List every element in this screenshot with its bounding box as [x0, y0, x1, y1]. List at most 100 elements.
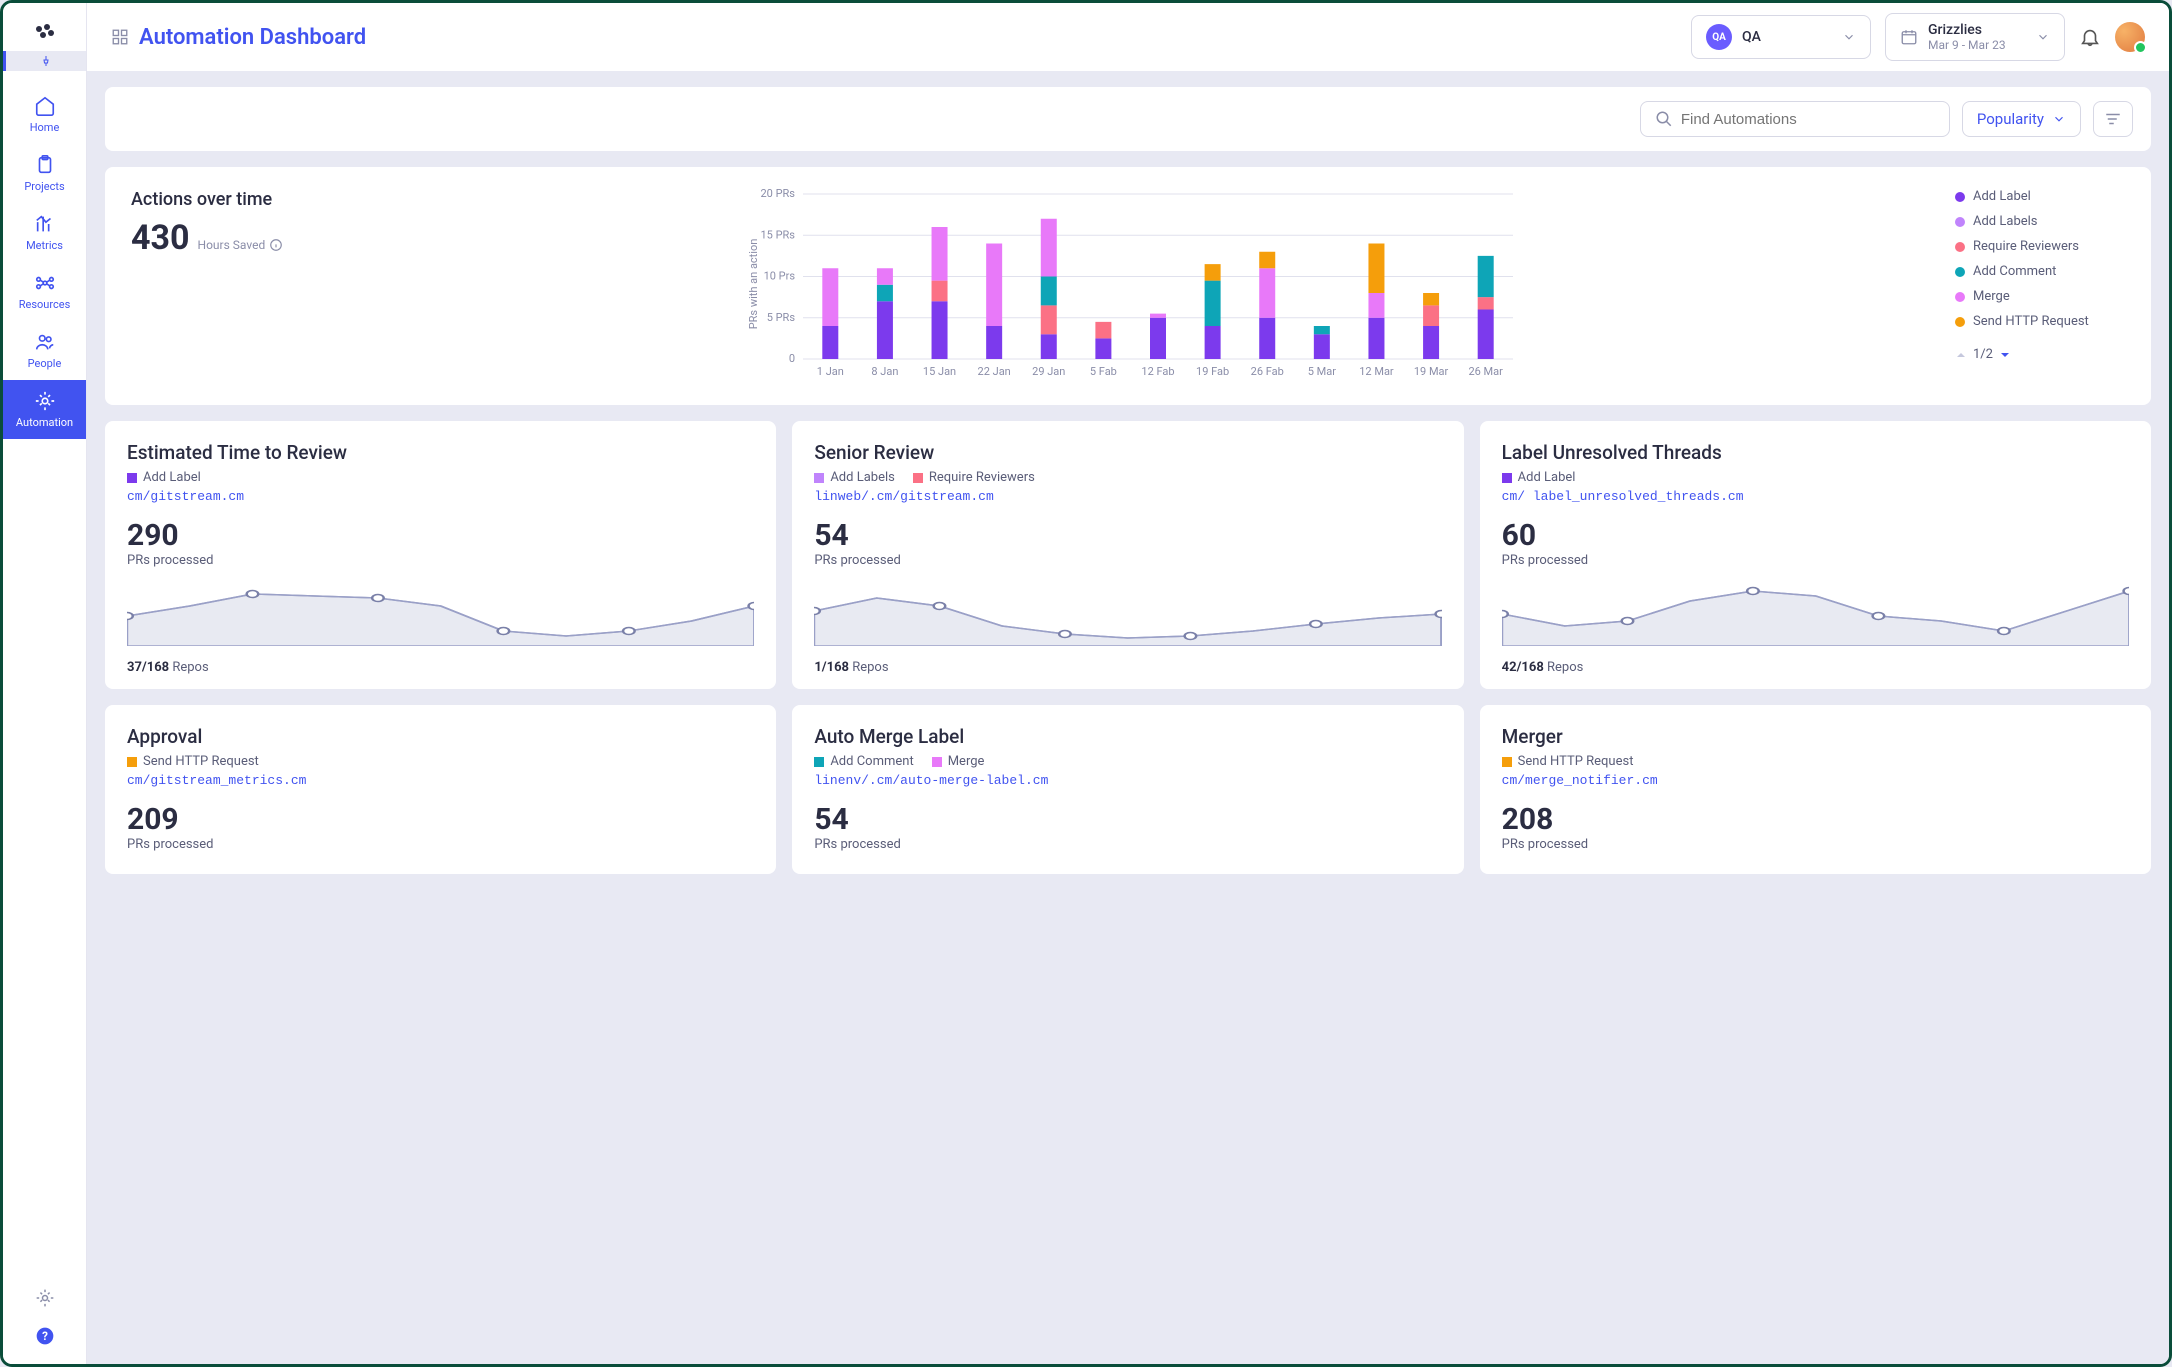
nav-people[interactable]: People [3, 321, 86, 380]
sort-label: Popularity [1977, 110, 2044, 128]
svg-text:5 Mar: 5 Mar [1308, 365, 1336, 378]
card-title: Estimated Time to Review [127, 441, 754, 464]
search-input-wrap[interactable] [1640, 101, 1950, 137]
card-tag: Add Label [127, 470, 201, 485]
bell-icon[interactable] [2079, 26, 2101, 48]
filter-row: Popularity [105, 87, 2151, 151]
card-title: Senior Review [814, 441, 1441, 464]
legend-item: Add Label [1955, 189, 2125, 204]
svg-text:12 Fab: 12 Fab [1141, 365, 1174, 378]
svg-text:15 Jan: 15 Jan [923, 365, 956, 378]
nav-projects[interactable]: Projects [3, 144, 86, 203]
nav-metrics[interactable]: Metrics [3, 203, 86, 262]
card-tags: Send HTTP Request [127, 754, 754, 769]
card-value: 290 [127, 518, 754, 553]
nav-projects-label: Projects [24, 180, 64, 193]
home-icon [34, 95, 56, 117]
card-tags: Add CommentMerge [814, 754, 1441, 769]
svg-text:20 PRs: 20 PRs [761, 189, 796, 200]
gear-icon [34, 390, 56, 412]
search-input[interactable] [1681, 111, 1935, 128]
chevron-down-icon[interactable] [1999, 349, 2011, 361]
info-icon[interactable] [269, 238, 283, 252]
automation-card[interactable]: Label Unresolved Threads Add Label cm/ l… [1480, 421, 2151, 689]
date-range-selector[interactable]: Grizzlies Mar 9 - Mar 23 [1885, 13, 2065, 61]
pin-icon [40, 55, 52, 67]
card-sub: PRs processed [814, 837, 1441, 852]
hours-value: 430 [131, 218, 190, 258]
card-title: Label Unresolved Threads [1502, 441, 2129, 464]
automation-card[interactable]: Estimated Time to Review Add Label cm/gi… [105, 421, 776, 689]
nav-home[interactable]: Home [3, 85, 86, 144]
card-path: cm/merge_notifier.cm [1502, 773, 2129, 788]
legend-item: Add Comment [1955, 264, 2125, 279]
nav-automation-label: Automation [16, 416, 73, 429]
svg-text:10 Prs: 10 Prs [764, 270, 796, 283]
svg-text:19 Fab: 19 Fab [1196, 365, 1229, 378]
clipboard-icon [34, 154, 56, 176]
pin-bar[interactable] [3, 51, 86, 71]
actions-over-time-card: Actions over time 430 Hours Saved 0 5 PRs… [105, 167, 2151, 405]
sparkline [127, 576, 754, 646]
automation-card[interactable]: Merger Send HTTP Request cm/merge_notifi… [1480, 705, 2151, 874]
svg-text:PRs with an action: PRs with an action [747, 239, 760, 330]
legend-item: Merge [1955, 289, 2125, 304]
svg-text:0: 0 [789, 352, 795, 365]
card-sub: PRs processed [814, 553, 1441, 568]
automation-card[interactable]: Senior Review Add Labels Require Reviewer… [792, 421, 1463, 689]
legend-item: Add Labels [1955, 214, 2125, 229]
chart-title: Actions over time [131, 189, 311, 210]
card-value: 208 [1502, 802, 2129, 837]
automation-cards-grid: Estimated Time to Review Add Label cm/gi… [105, 421, 2151, 874]
card-tag: Merge [932, 754, 985, 769]
card-tag: Require Reviewers [913, 470, 1035, 485]
chevron-down-icon [1842, 30, 1856, 44]
svg-text:1 Jan: 1 Jan [817, 365, 844, 378]
chevron-up-icon[interactable] [1955, 349, 1967, 361]
card-path: linenv/.cm/auto-merge-label.cm [814, 773, 1441, 788]
settings-icon[interactable] [35, 1288, 55, 1308]
svg-text:5 Fab: 5 Fab [1090, 365, 1117, 378]
nav-metrics-label: Metrics [26, 239, 63, 252]
card-sub: PRs processed [127, 837, 754, 852]
svg-text:22 Jan: 22 Jan [978, 365, 1011, 378]
topbar: Automation Dashboard QA QA Grizzlies Mar… [87, 3, 2169, 71]
team-selector[interactable]: QA QA [1691, 15, 1871, 59]
nav-home-label: Home [30, 121, 60, 134]
card-title: Merger [1502, 725, 2129, 748]
card-value: 60 [1502, 518, 2129, 553]
nav-resources[interactable]: Resources [3, 262, 86, 321]
nav-automation[interactable]: Automation [3, 380, 86, 439]
range-dates: Mar 9 - Mar 23 [1928, 38, 2006, 52]
card-tag: Add Labels [814, 470, 895, 485]
sort-dropdown[interactable]: Popularity [1962, 101, 2081, 137]
card-tag: Send HTTP Request [1502, 754, 1634, 769]
team-label: QA [1742, 29, 1761, 45]
sparkline [814, 576, 1441, 646]
hours-label: Hours Saved [198, 238, 266, 252]
card-title: Auto Merge Label [814, 725, 1441, 748]
svg-text:26 Fab: 26 Fab [1251, 365, 1284, 378]
team-badge: QA [1706, 24, 1732, 50]
card-title: Approval [127, 725, 754, 748]
card-tags: Add Labels Require Reviewers [814, 470, 1441, 485]
svg-text:8 Jan: 8 Jan [871, 365, 898, 378]
sparkline [1502, 576, 2129, 646]
sort-icon [2104, 110, 2122, 128]
help-icon[interactable]: ? [35, 1326, 55, 1346]
card-value: 54 [814, 802, 1441, 837]
automation-card[interactable]: Auto Merge Label Add CommentMerge linenv… [792, 705, 1463, 874]
search-icon [1655, 110, 1673, 128]
legend-pager[interactable]: 1/2 [1955, 347, 2125, 362]
sidebar: Home Projects Metrics Resources People A… [3, 3, 87, 1364]
svg-text:5 PRs: 5 PRs [767, 311, 796, 324]
automation-card[interactable]: Approval Send HTTP Request cm/gitstream_… [105, 705, 776, 874]
sort-direction-button[interactable] [2093, 101, 2133, 137]
range-name: Grizzlies [1928, 22, 2006, 38]
card-repos: 37/168 Repos [127, 660, 754, 675]
card-tags: Add Label [1502, 470, 2129, 485]
chart-legend: Add Label Add Labels Require Reviewers Add … [1955, 189, 2125, 383]
legend-item: Require Reviewers [1955, 239, 2125, 254]
card-tags: Send HTTP Request [1502, 754, 2129, 769]
user-avatar[interactable] [2115, 22, 2145, 52]
